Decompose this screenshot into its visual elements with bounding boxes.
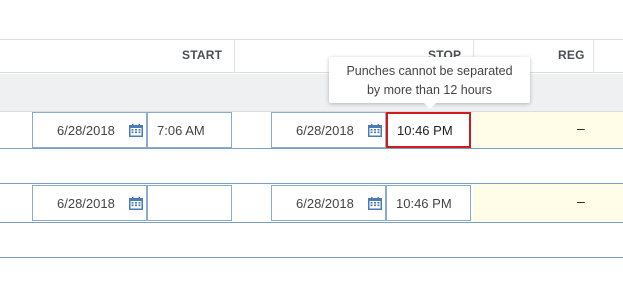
stop-date-field[interactable]: 6/28/2018 [271,185,386,221]
column-header-start-label: START [182,48,223,62]
calendar-icon[interactable] [368,197,382,210]
column-header-reg-label: REG [558,48,585,62]
column-header-start[interactable]: START [0,40,235,73]
start-time-value: 7:06 AM [157,123,205,138]
spacer-row [0,223,623,257]
reg-cell [473,112,623,148]
reg-cell [473,184,623,222]
row-divider [0,257,623,258]
top-strip [0,0,623,40]
start-time-field[interactable] [147,185,232,221]
start-date-value: 6/28/2018 [57,123,115,138]
start-date-field[interactable]: 6/28/2018 [32,112,147,148]
tooltip-arrow [423,102,437,109]
calendar-icon[interactable] [129,197,143,210]
stop-time-field-error[interactable]: 10:46 PM [386,112,471,148]
punch-row: – 6/28/2018 6/28/2018 10:46 PM [0,184,623,222]
validation-tooltip: Punches cannot be separated by more than… [329,57,530,103]
stop-date-value: 6/28/2018 [296,196,354,211]
stop-date-field[interactable]: 6/28/2018 [271,112,386,148]
calendar-icon[interactable] [129,124,143,137]
start-time-field[interactable]: 7:06 AM [147,112,232,148]
start-date-field[interactable]: 6/28/2018 [32,185,147,221]
stop-time-field[interactable]: 10:46 PM [386,185,471,221]
reg-value: – [577,193,585,209]
stop-time-value: 10:46 PM [397,123,453,138]
tooltip-line-1: Punches cannot be separated [346,64,513,78]
tooltip-line-2: by more than 12 hours [366,83,493,97]
start-date-value: 6/28/2018 [57,196,115,211]
stop-time-value: 10:46 PM [396,196,452,211]
stop-date-value: 6/28/2018 [296,123,354,138]
spacer-row [0,149,623,183]
punch-row: – 6/28/2018 7:06 AM 6/28/2018 10:46 PM [0,112,623,148]
calendar-icon[interactable] [368,124,382,137]
reg-value: – [577,120,585,136]
